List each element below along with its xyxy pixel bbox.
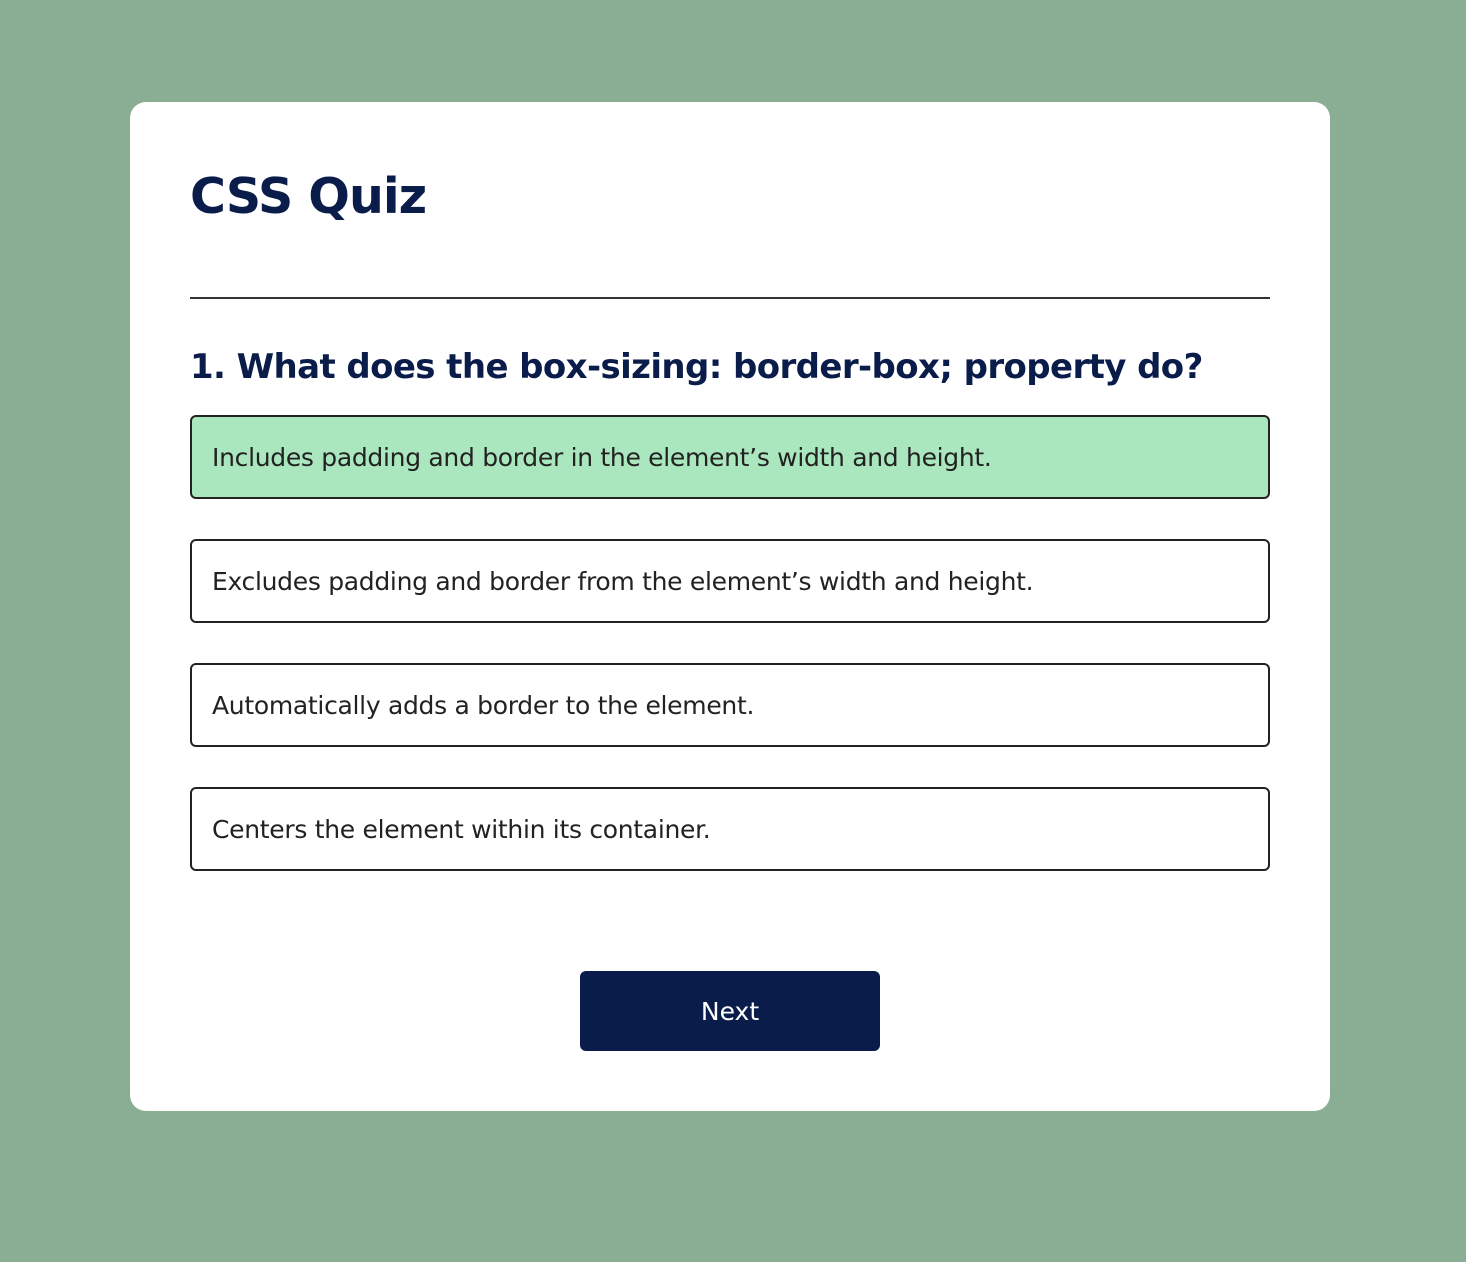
- answer-options: Includes padding and border in the eleme…: [190, 415, 1270, 911]
- quiz-title: CSS Quiz: [190, 168, 427, 225]
- answer-option-label: Includes padding and border in the eleme…: [212, 442, 992, 472]
- question-text: 1. What does the box-sizing: border-box;…: [190, 347, 1203, 387]
- answer-option-4[interactable]: Centers the element within its container…: [190, 787, 1270, 871]
- answer-option-2[interactable]: Excludes padding and border from the ele…: [190, 539, 1270, 623]
- answer-option-3[interactable]: Automatically adds a border to the eleme…: [190, 663, 1270, 747]
- title-divider: [190, 297, 1270, 299]
- answer-option-label: Centers the element within its container…: [212, 814, 711, 844]
- next-button[interactable]: Next: [580, 971, 880, 1051]
- quiz-card: CSS Quiz 1. What does the box-sizing: bo…: [130, 102, 1330, 1111]
- answer-option-label: Automatically adds a border to the eleme…: [212, 690, 755, 720]
- answer-option-label: Excludes padding and border from the ele…: [212, 566, 1034, 596]
- answer-option-1[interactable]: Includes padding and border in the eleme…: [190, 415, 1270, 499]
